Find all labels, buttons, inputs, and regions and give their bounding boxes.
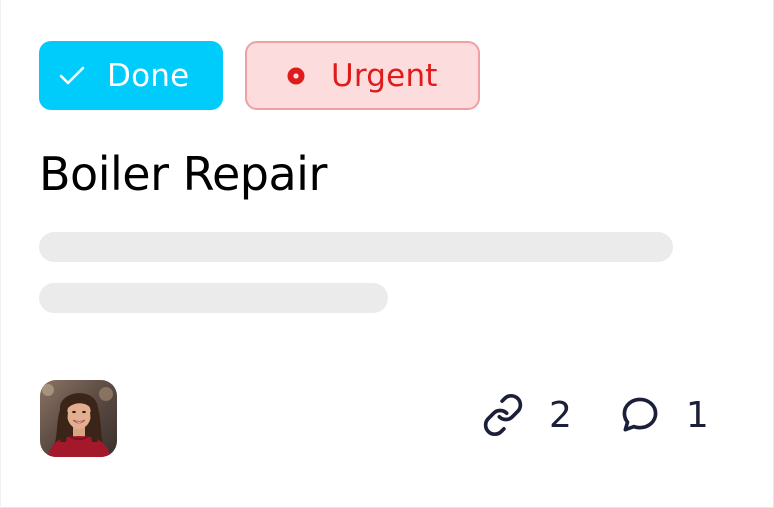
priority-tag-urgent[interactable]: Urgent	[245, 41, 480, 110]
attachments[interactable]: 2	[481, 393, 572, 437]
tag-label: Urgent	[331, 57, 438, 94]
comment-icon	[618, 393, 662, 437]
check-icon	[59, 65, 85, 87]
card-meta: 2 1	[481, 393, 709, 437]
description-placeholder-line	[39, 232, 673, 262]
dot-icon	[287, 67, 305, 85]
description-placeholder-line	[39, 283, 388, 313]
card-title: Boiler Repair	[39, 147, 327, 201]
tag-label: Done	[107, 57, 190, 94]
status-tag-done[interactable]: Done	[39, 41, 223, 110]
paperclip-icon	[481, 393, 525, 437]
comments-count: 1	[685, 394, 709, 436]
attachments-count: 2	[549, 394, 572, 436]
avatar[interactable]	[40, 380, 117, 457]
tag-list: Done Urgent	[39, 41, 480, 110]
user-avatar-photo	[40, 380, 117, 457]
task-card[interactable]: Done Urgent Boiler Repair 2 1	[0, 0, 774, 508]
comments[interactable]: 1	[618, 393, 709, 437]
